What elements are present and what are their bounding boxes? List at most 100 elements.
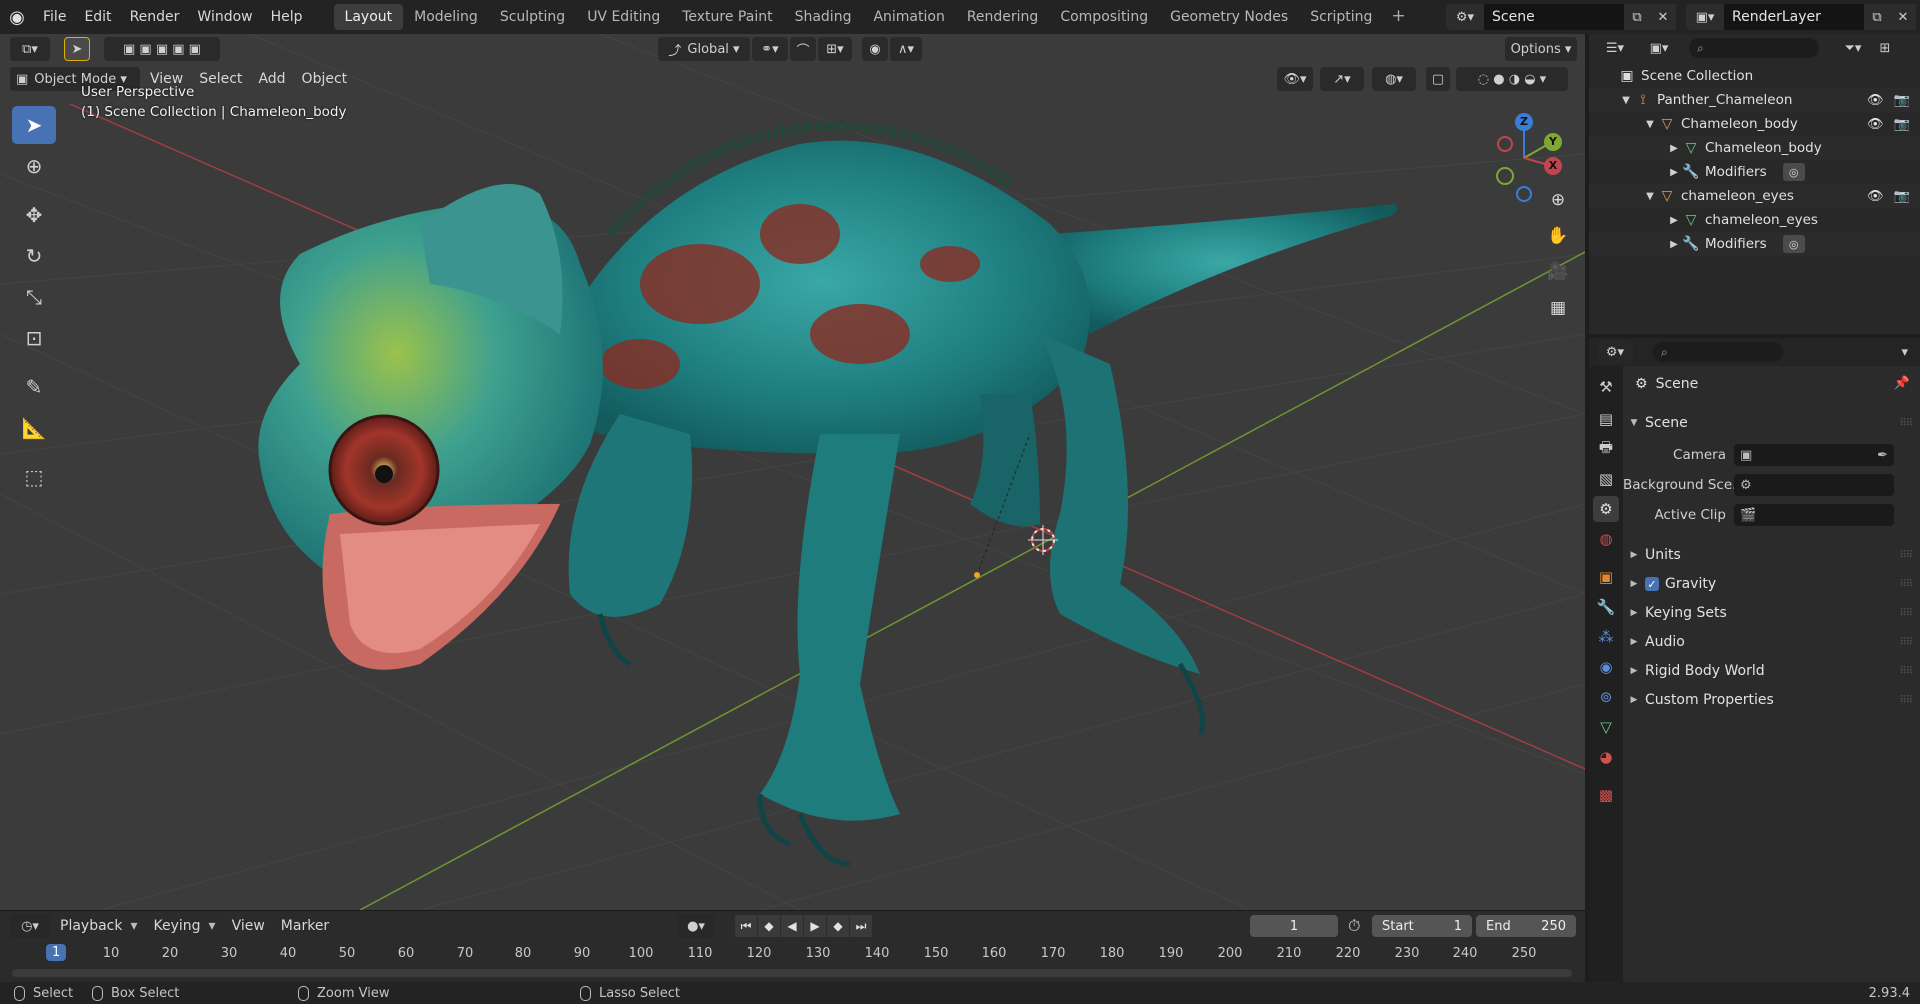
scene-name-field[interactable]: Scene <box>1484 4 1624 30</box>
material-tab-icon[interactable]: ◕ <box>1593 744 1619 770</box>
scene-icon[interactable]: ⚙▾ <box>1446 4 1484 30</box>
physics-tab-icon[interactable]: ◉ <box>1593 654 1619 680</box>
camera-field[interactable]: ▣ ✒ <box>1734 444 1894 466</box>
menu-render[interactable]: Render <box>121 0 189 34</box>
particles-tab-icon[interactable]: ⁂ <box>1593 624 1619 650</box>
outliner-row-chameleon-eyes[interactable]: ▼ ▽ chameleon_eyes 👁 📷 <box>1589 184 1920 208</box>
menu-window[interactable]: Window <box>188 0 261 34</box>
world-tab-icon[interactable]: ◍ <box>1593 526 1619 552</box>
outliner-row-chameleon-body[interactable]: ▼ ▽ Chameleon_body 👁 📷 <box>1589 112 1920 136</box>
panel-drag-handle[interactable]: ⠿⠿ <box>1899 579 1913 590</box>
editor-type-icon[interactable]: ⧉▾ <box>10 37 50 61</box>
menu-file[interactable]: File <box>34 0 75 34</box>
tab-compositing[interactable]: Compositing <box>1049 4 1159 30</box>
blender-logo-icon[interactable]: ◉ <box>0 0 34 34</box>
select-box-tool-icon[interactable]: ➤ <box>12 106 56 144</box>
gizmo-y-axis[interactable]: Y <box>1544 133 1562 151</box>
annotate-tool-icon[interactable]: ✎ <box>12 368 56 406</box>
outliner-row-body-modifiers[interactable]: ▶ 🔧 Modifiers ◎ <box>1589 160 1920 184</box>
tab-animation[interactable]: Animation <box>862 4 955 30</box>
panel-gravity[interactable]: ▶ ✓ Gravity ⠿⠿ <box>1623 571 1920 597</box>
tool-tab-icon[interactable]: ⚒ <box>1593 374 1619 400</box>
end-frame-field[interactable]: End 250 <box>1476 915 1576 937</box>
panel-drag-handle[interactable]: ⠿⠿ <box>1899 637 1913 648</box>
constraints-tab-icon[interactable]: ⊚ <box>1593 684 1619 710</box>
tab-scripting[interactable]: Scripting <box>1299 4 1383 30</box>
panel-drag-handle[interactable]: ⠿⠿ <box>1899 695 1913 706</box>
tab-layout[interactable]: Layout <box>333 4 404 30</box>
tab-rendering[interactable]: Rendering <box>956 4 1050 30</box>
panel-drag-handle[interactable]: ⠿⠿ <box>1899 666 1913 677</box>
tab-sculpting[interactable]: Sculpting <box>489 4 576 30</box>
camera-render-icon[interactable]: 📷 <box>1894 117 1910 132</box>
auto-keying-icon[interactable]: ●▾ <box>678 914 714 938</box>
new-scene-icon[interactable]: ⧉ <box>1624 4 1650 30</box>
pivot-point-icon[interactable]: ⚭▾ <box>752 37 788 61</box>
expand-arrow-icon[interactable]: ▶ <box>1667 215 1681 226</box>
transform-orientation-dropdown[interactable]: ⤴ Global ▾ <box>658 37 750 61</box>
expand-arrow-icon[interactable]: ▶ <box>1667 239 1681 250</box>
tab-shading[interactable]: Shading <box>784 4 863 30</box>
scale-tool-icon[interactable]: ⤡ <box>12 278 56 316</box>
camera-render-icon[interactable]: 📷 <box>1894 189 1910 204</box>
timeline-menu-marker[interactable]: Marker <box>273 914 337 938</box>
gizmo-neg-z-axis[interactable] <box>1516 186 1532 202</box>
output-tab-icon[interactable]: 🖶 <box>1593 436 1619 462</box>
properties-options-chevron-icon[interactable]: ▾ <box>1901 345 1908 360</box>
panel-keying-sets[interactable]: ▶ Keying Sets ⠿⠿ <box>1623 600 1920 626</box>
overlay-toggle-icon[interactable]: ◍▾ <box>1372 67 1416 91</box>
properties-editor-type-icon[interactable]: ⚙▾ <box>1597 340 1633 364</box>
snap-toggle-icon[interactable]: ⌒ <box>790 37 816 61</box>
outliner-editor-type-icon[interactable]: ☰▾ <box>1597 36 1633 60</box>
outliner-row-chameleon-eyes-mesh[interactable]: ▶ ▽ chameleon_eyes <box>1589 208 1920 232</box>
eyedropper-icon[interactable]: ✒ <box>1877 448 1888 463</box>
gizmo-toggle-icon[interactable]: ↗▾ <box>1320 67 1364 91</box>
outliner-row-chameleon-body-mesh[interactable]: ▶ ▽ Chameleon_body <box>1589 136 1920 160</box>
rotate-tool-icon[interactable]: ↻ <box>12 237 56 275</box>
new-view-layer-icon[interactable]: ⧉ <box>1864 4 1890 30</box>
display-mode-icon[interactable]: ▣▾ <box>1641 36 1677 60</box>
falloff-icon[interactable]: ∧▾ <box>890 37 922 61</box>
filter-icon[interactable]: ⏷▾ <box>1835 36 1871 60</box>
visibility-icon[interactable]: 👁▾ <box>1277 67 1313 91</box>
expand-arrow-icon[interactable]: ▶ <box>1667 143 1681 154</box>
tab-texture-paint[interactable]: Texture Paint <box>671 4 783 30</box>
gizmo-neg-y-axis[interactable] <box>1496 167 1514 185</box>
navigation-gizmo[interactable]: Z Y X <box>1480 106 1570 202</box>
outliner-row-scene-collection[interactable]: ▣ Scene Collection <box>1589 64 1920 88</box>
proportional-edit-icon[interactable]: ◉ <box>862 37 888 61</box>
panel-audio[interactable]: ▶ Audio ⠿⠿ <box>1623 629 1920 655</box>
play-icon[interactable]: ▶ <box>804 915 826 937</box>
tab-modeling[interactable]: Modeling <box>403 4 489 30</box>
eye-icon[interactable]: 👁 <box>1867 117 1884 132</box>
zoom-icon[interactable]: ⊕ <box>1542 184 1574 216</box>
delete-view-layer-icon[interactable]: ✕ <box>1890 4 1916 30</box>
panel-scene[interactable]: ▼ Scene ⠿⠿ <box>1623 410 1920 436</box>
options-dropdown[interactable]: Options ▾ <box>1505 37 1577 61</box>
start-frame-field[interactable]: Start 1 <box>1372 915 1472 937</box>
panel-drag-handle[interactable]: ⠿⠿ <box>1899 418 1913 429</box>
camera-view-icon[interactable]: 🎥 <box>1542 256 1574 288</box>
timeline-ruler[interactable]: 1 10 20 30 40 50 60 70 80 90 100 110 120… <box>0 941 1585 967</box>
render-tab-icon[interactable]: ▤ <box>1593 406 1619 432</box>
object-tab-icon[interactable]: ▣ <box>1593 564 1619 590</box>
data-tab-icon[interactable]: ▽ <box>1593 714 1619 740</box>
view-layer-tab-icon[interactable]: ▧ <box>1593 466 1619 492</box>
modifier-tab-icon[interactable]: 🔧 <box>1593 594 1619 620</box>
gravity-checkbox[interactable]: ✓ <box>1645 577 1659 591</box>
jump-end-icon[interactable]: ⏭ <box>850 915 872 937</box>
timeline-menu-view[interactable]: View <box>224 914 273 938</box>
move-tool-icon[interactable]: ✥ <box>12 196 56 234</box>
snap-target-icon[interactable]: ⊞▾ <box>818 37 852 61</box>
tweak-select-icon[interactable]: ➤ <box>64 37 90 61</box>
gizmo-z-axis[interactable]: Z <box>1515 113 1533 131</box>
timeline-menu-keying[interactable]: Keying <box>146 914 209 938</box>
panel-custom-properties[interactable]: ▶ Custom Properties ⠿⠿ <box>1623 687 1920 713</box>
expand-arrow-icon[interactable]: ▶ <box>1667 167 1681 178</box>
stopwatch-icon[interactable]: ⏱ <box>1348 916 1360 936</box>
panel-drag-handle[interactable]: ⠿⠿ <box>1899 550 1913 561</box>
panel-rigid-body-world[interactable]: ▶ Rigid Body World ⠿⠿ <box>1623 658 1920 684</box>
xray-toggle-icon[interactable]: ▢ <box>1426 67 1450 91</box>
gizmo-neg-x-axis[interactable] <box>1497 136 1513 152</box>
next-keyframe-icon[interactable]: ◆ <box>827 915 849 937</box>
